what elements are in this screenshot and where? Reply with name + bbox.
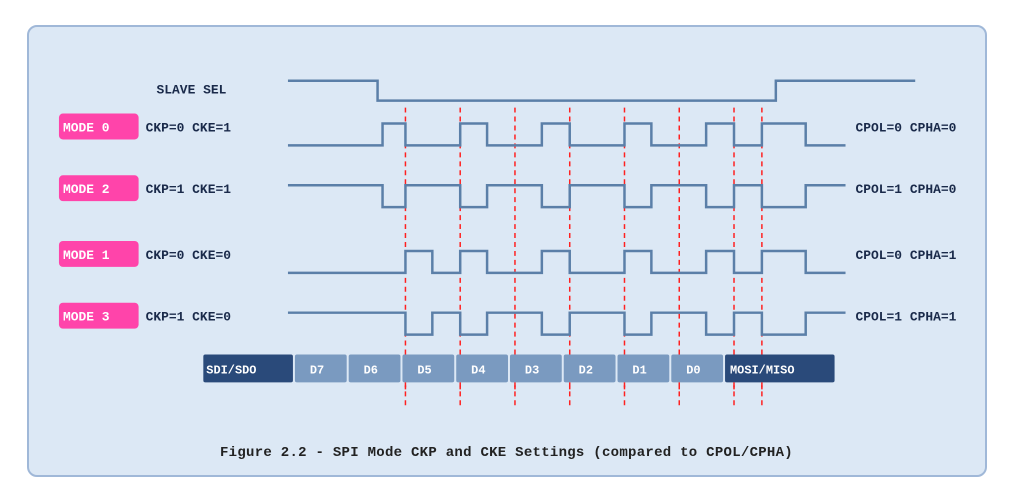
mode0-params: CKP=0 CKE=1 <box>145 120 231 135</box>
diagram-svg: .waveform { fill: none; stroke: #5b7fa8;… <box>49 45 965 435</box>
mode3-cpol: CPOL=1 CPHA=1 <box>855 309 956 324</box>
mode0-label: MODE 0 <box>62 120 109 135</box>
mode3-wave <box>287 312 845 334</box>
mosi-miso-label: MOSI/MISO <box>730 363 794 377</box>
d4-label: D4 <box>471 363 485 377</box>
mode1-label: MODE 1 <box>62 247 109 262</box>
mode2-params: CKP=1 CKE=1 <box>145 182 231 197</box>
d2-label: D2 <box>578 363 592 377</box>
mode2-cpol: CPOL=1 CPHA=0 <box>855 182 956 197</box>
outer-container: .waveform { fill: none; stroke: #5b7fa8;… <box>27 25 987 477</box>
diagram-area: .waveform { fill: none; stroke: #5b7fa8;… <box>49 45 965 435</box>
mode1-params: CKP=0 CKE=0 <box>145 247 231 262</box>
mode0-wave <box>287 123 845 145</box>
mode3-params: CKP=1 CKE=0 <box>145 309 231 324</box>
d7-label: D7 <box>309 363 323 377</box>
mode1-wave <box>287 250 845 272</box>
slave-sel-wave <box>287 80 914 100</box>
d0-label: D0 <box>686 363 700 377</box>
mode0-cpol: CPOL=0 CPHA=0 <box>855 120 956 135</box>
figure-caption: Figure 2.2 - SPI Mode CKP and CKE Settin… <box>49 445 965 461</box>
mode2-wave <box>287 185 845 207</box>
mode2-label: MODE 2 <box>62 182 109 197</box>
slave-sel-label: SLAVE SEL <box>156 82 226 97</box>
d3-label: D3 <box>524 363 538 377</box>
d1-label: D1 <box>632 363 646 377</box>
d6-label: D6 <box>363 363 377 377</box>
sdi-sdo-label: SDI/SDO <box>206 363 256 377</box>
mode1-cpol: CPOL=0 CPHA=1 <box>855 247 956 262</box>
d5-label: D5 <box>417 363 431 377</box>
mode3-label: MODE 3 <box>62 309 109 324</box>
